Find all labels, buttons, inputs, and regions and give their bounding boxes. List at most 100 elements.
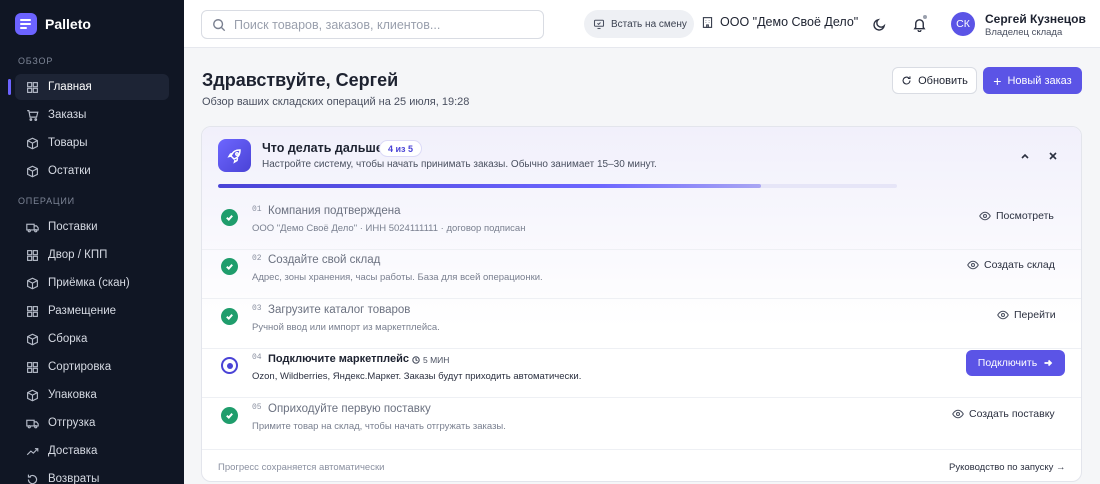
progress-fill bbox=[218, 184, 762, 188]
avatar[interactable]: СК bbox=[951, 12, 975, 36]
launch-guide-link[interactable]: Руководство по запуску → bbox=[949, 462, 1066, 473]
onboarding-title: Что делать дальше bbox=[262, 141, 383, 155]
company-selector[interactable]: ООО "Демо Своё Дело" bbox=[701, 15, 858, 29]
sidebar-item-label: Размещение bbox=[48, 305, 117, 317]
sidebar-item-упаковка[interactable]: Упаковка bbox=[15, 382, 169, 408]
sidebar-item-поставки[interactable]: Поставки bbox=[15, 214, 169, 240]
step-description: ООО "Демо Своё Дело" · ИНН 5024111111 · … bbox=[252, 223, 526, 234]
clock-icon bbox=[412, 356, 420, 364]
search-input[interactable] bbox=[234, 17, 514, 32]
check-icon bbox=[221, 308, 238, 325]
close-icon bbox=[1049, 152, 1057, 160]
sidebar-item-label: Двор / КПП bbox=[48, 249, 108, 261]
monitor-icon bbox=[593, 19, 605, 30]
step-title: Создайте свой склад bbox=[268, 254, 381, 266]
step-description: Примите товар на склад, чтобы начать отг… bbox=[252, 421, 506, 432]
sidebar-item-приёмка-скан-[interactable]: Приёмка (скан) bbox=[15, 270, 169, 296]
sidebar-item-label: Упаковка bbox=[48, 389, 97, 401]
plus-icon: + bbox=[993, 72, 1002, 89]
connect-marketplace-button[interactable]: Подключить bbox=[966, 350, 1065, 376]
step-number: 05 bbox=[252, 403, 262, 412]
sidebar-item-label: Сортировка bbox=[48, 361, 112, 373]
theme-toggle-button[interactable] bbox=[869, 14, 889, 34]
building-icon bbox=[702, 16, 713, 28]
notification-dot bbox=[922, 14, 928, 20]
sidebar-item-label: Приёмка (скан) bbox=[48, 277, 130, 289]
sidebar: Palleto ОБЗОР Главная Заказы Товары Остатки О… bbox=[0, 0, 184, 484]
step-number: 03 bbox=[252, 304, 262, 313]
new-order-button[interactable]: + Новый заказ bbox=[983, 67, 1082, 94]
box-icon bbox=[25, 332, 39, 346]
step-action-link[interactable]: Посмотреть bbox=[979, 210, 1054, 222]
sidebar-item-заказы[interactable]: Заказы bbox=[15, 102, 169, 128]
step-action-link[interactable]: Перейти bbox=[997, 309, 1056, 321]
sidebar-item-отгрузка[interactable]: Отгрузка bbox=[15, 410, 169, 436]
onboarding-step: 02 Создайте свой склад Адрес, зоны хранени… bbox=[202, 250, 1081, 299]
sidebar-item-остатки[interactable]: Остатки bbox=[15, 158, 169, 184]
sidebar-item-label: Возвраты bbox=[48, 473, 100, 484]
onboarding-step: 03 Загрузите каталог товаров Ручной ввод и… bbox=[202, 300, 1081, 349]
step-action-link[interactable]: Создать склад bbox=[967, 259, 1055, 271]
current-step-indicator bbox=[221, 357, 238, 374]
chevron-up-icon bbox=[1021, 153, 1029, 159]
sidebar-item-товары[interactable]: Товары bbox=[15, 130, 169, 156]
step-title: Подключите маркетплейс bbox=[268, 353, 409, 365]
step-title: Оприходуйте первую поставку bbox=[268, 403, 431, 415]
sidebar-item-сборка[interactable]: Сборка bbox=[15, 326, 169, 352]
topbar: Встать на смену ООО "Демо Своё Дело" СК … bbox=[184, 0, 1100, 48]
sidebar-item-сортировка[interactable]: Сортировка bbox=[15, 354, 169, 380]
sidebar-item-label: Отгрузка bbox=[48, 417, 96, 429]
sidebar-item-label: Остатки bbox=[48, 165, 91, 177]
return-icon bbox=[25, 472, 39, 484]
onboarding-progress-bar bbox=[218, 184, 897, 188]
step-description: Адрес, зоны хранения, часы работы. База … bbox=[252, 272, 543, 283]
sidebar-item-label: Сборка bbox=[48, 333, 88, 345]
user-name[interactable]: Сергей Кузнецов bbox=[985, 12, 1086, 26]
new-order-label: Новый заказ bbox=[1007, 74, 1072, 87]
grid-icon bbox=[25, 360, 39, 374]
grid-icon bbox=[25, 304, 39, 318]
box-icon bbox=[25, 164, 39, 178]
refresh-button[interactable]: Обновить bbox=[892, 67, 977, 94]
page-title: Здравствуйте, Сергей bbox=[202, 70, 399, 90]
sidebar-item-label: Главная bbox=[48, 81, 92, 93]
sidebar-nav: ОБЗОР Главная Заказы Товары Остатки ОПЕРАЦИИ П… bbox=[0, 56, 184, 484]
sidebar-section-label: ОПЕРАЦИИ bbox=[18, 196, 75, 206]
brand[interactable]: Palleto bbox=[0, 0, 184, 48]
check-icon bbox=[221, 209, 238, 226]
eye-icon bbox=[967, 260, 979, 270]
sidebar-item-label: Поставки bbox=[48, 221, 98, 233]
box-icon bbox=[25, 136, 39, 150]
sidebar-item-главная[interactable]: Главная bbox=[8, 74, 169, 100]
onboarding-description: Настройте систему, чтобы начать принимат… bbox=[262, 159, 657, 170]
company-name: ООО "Демо Своё Дело" bbox=[720, 15, 859, 29]
step-title: Компания подтверждена bbox=[268, 205, 401, 217]
notifications-button[interactable] bbox=[909, 14, 929, 34]
grid-icon bbox=[25, 80, 39, 94]
search-icon bbox=[213, 18, 226, 31]
eye-icon bbox=[997, 310, 1009, 320]
box-icon bbox=[25, 388, 39, 402]
start-shift-button[interactable]: Встать на смену bbox=[584, 10, 694, 38]
collapse-button[interactable] bbox=[1017, 148, 1033, 164]
sidebar-item-возвраты[interactable]: Возвраты bbox=[15, 466, 169, 484]
step-number: 01 bbox=[252, 205, 262, 214]
sidebar-item-доставка[interactable]: Доставка bbox=[15, 438, 169, 464]
onboarding-card: Что делать дальше 4 из 5 Настройте систе… bbox=[201, 126, 1082, 482]
step-title: Загрузите каталог товаров bbox=[268, 304, 411, 316]
sidebar-item-двор-кпп[interactable]: Двор / КПП bbox=[15, 242, 169, 268]
cart-icon bbox=[25, 108, 39, 122]
user-role: Владелец склада bbox=[985, 27, 1063, 38]
card-footer: Прогресс сохраняется автоматически Руков… bbox=[202, 449, 1081, 481]
check-icon bbox=[221, 407, 238, 424]
refresh-label: Обновить bbox=[918, 74, 968, 87]
page-subtitle: Обзор ваших складских операций на 25 июл… bbox=[202, 96, 470, 108]
truck-icon bbox=[25, 220, 39, 234]
close-button[interactable] bbox=[1045, 148, 1061, 164]
sidebar-item-размещение[interactable]: Размещение bbox=[15, 298, 169, 324]
eye-icon bbox=[979, 211, 991, 221]
step-action-link[interactable]: Создать поставку bbox=[952, 408, 1055, 420]
sidebar-item-label: Доставка bbox=[48, 445, 98, 457]
search-box[interactable] bbox=[201, 10, 544, 39]
sidebar-section-label: ОБЗОР bbox=[18, 56, 54, 66]
